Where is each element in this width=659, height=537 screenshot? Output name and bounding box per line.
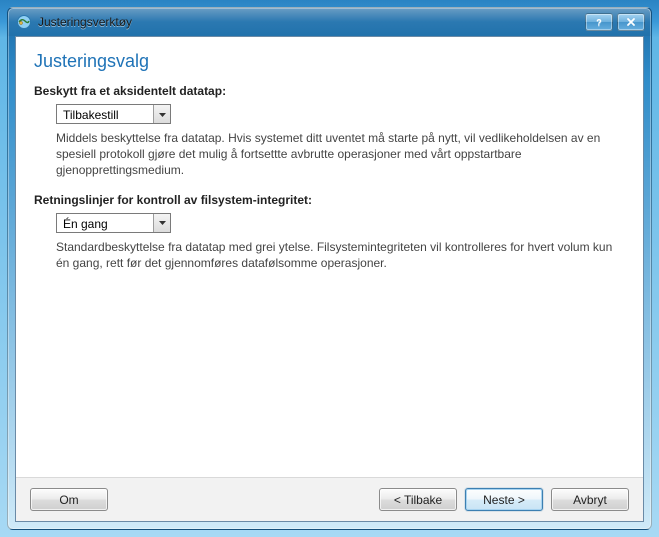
close-button[interactable] xyxy=(617,13,645,31)
dataloss-label: Beskytt fra et aksidentelt datatap: xyxy=(34,84,625,98)
integrity-combo-value: Én gang xyxy=(57,214,153,232)
help-button[interactable]: ? xyxy=(585,13,613,31)
dataloss-combo[interactable]: Tilbakestill xyxy=(56,104,171,124)
content: Justeringsvalg Beskytt fra et aksidentel… xyxy=(16,37,643,477)
svg-text:?: ? xyxy=(596,18,602,28)
page-title: Justeringsvalg xyxy=(34,51,625,72)
client-area: Justeringsvalg Beskytt fra et aksidentel… xyxy=(15,36,644,522)
app-icon xyxy=(16,14,32,30)
dataloss-combo-value: Tilbakestill xyxy=(57,105,153,123)
button-bar: Om < Tilbake Neste > Avbryt xyxy=(16,477,643,521)
integrity-combo[interactable]: Én gang xyxy=(56,213,171,233)
wizard-window: Justeringsverktøy ? Justeringsvalg Besky… xyxy=(7,7,652,530)
chevron-down-icon[interactable] xyxy=(153,105,170,123)
window-title: Justeringsverktøy xyxy=(38,15,585,29)
titlebar[interactable]: Justeringsverktøy ? xyxy=(8,8,651,36)
integrity-description: Standardbeskyttelse fra datatap med grei… xyxy=(56,239,625,271)
window-controls: ? xyxy=(585,13,651,31)
dataloss-description: Middels beskyttelse fra datatap. Hvis sy… xyxy=(56,130,625,179)
chevron-down-icon[interactable] xyxy=(153,214,170,232)
next-button[interactable]: Neste > xyxy=(465,488,543,511)
back-button[interactable]: < Tilbake xyxy=(379,488,457,511)
about-button[interactable]: Om xyxy=(30,488,108,511)
integrity-label: Retningslinjer for kontroll av filsystem… xyxy=(34,193,625,207)
cancel-button[interactable]: Avbryt xyxy=(551,488,629,511)
